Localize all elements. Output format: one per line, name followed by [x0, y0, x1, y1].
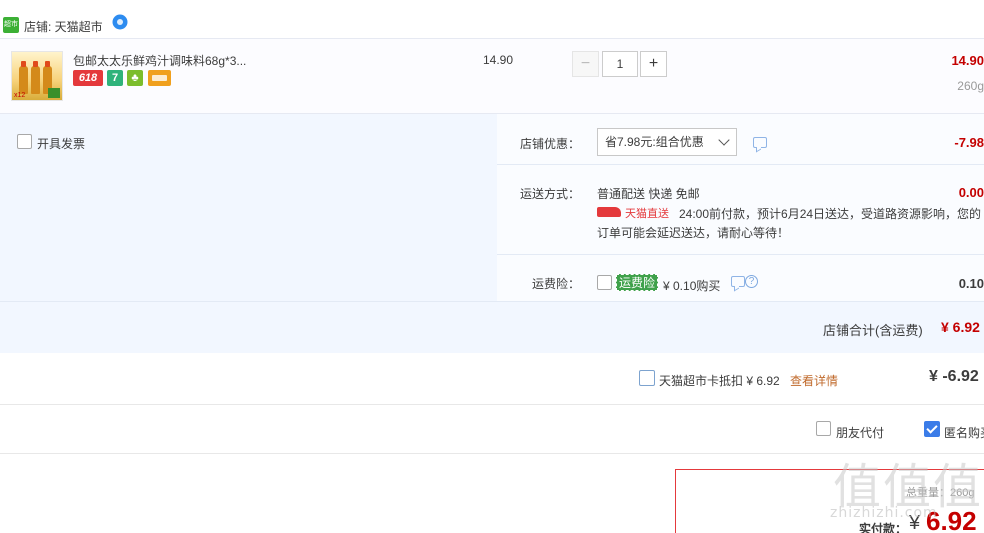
product-thumbnail[interactable]: x12 — [11, 51, 63, 101]
invoice-checkbox[interactable] — [17, 134, 32, 149]
shipping-note-line2: 订单可能会延迟送达，请耐心等待！ — [597, 226, 790, 240]
badge-leaf-icon: ♣ — [127, 70, 143, 86]
shop-subtotal-amount: ¥ 6.92 — [941, 319, 980, 335]
anonymous-purchase-label[interactable]: 匿名购买 — [944, 424, 984, 441]
divider — [497, 164, 984, 165]
line-weight: 260g — [957, 79, 984, 93]
badge-618: 618 — [73, 70, 103, 86]
tmall-cat-icon — [597, 207, 621, 217]
unit-price: 14.90 — [483, 53, 514, 67]
cart-item-row: x12 包邮太太乐鲜鸡汁调味料68g*3... 618 7 ♣ 14.90 − … — [0, 38, 984, 114]
thumbnail-count: x12 — [14, 92, 26, 99]
product-title[interactable]: 包邮太太乐鲜鸡汁调味料68g*3... — [73, 52, 246, 69]
invoice-panel: 开具发票 — [0, 114, 497, 301]
divider — [497, 254, 984, 255]
shop-subtotal-label: 店铺合计(含运费) — [823, 323, 923, 338]
insurance-amount: 0.10 — [958, 276, 984, 291]
quantity-input[interactable]: 1 — [602, 51, 638, 77]
shop-header: 超市 店铺: 天猫超市 — [0, 0, 984, 38]
order-options: 开具发票 店铺优惠： 省7.98元:组合优惠 -7.98 运送方式： 普通配送 … — [0, 114, 984, 353]
friend-pay-checkbox[interactable] — [816, 421, 831, 436]
shop-subtotal-row: 店铺合计(含运费) ¥ 6.92 — [0, 301, 984, 353]
actual-payment-label: 实付款： — [859, 522, 908, 533]
quantity-increase-button[interactable]: + — [640, 51, 667, 77]
badge-7-day-return: 7 — [107, 70, 123, 86]
shipping-label: 运送方式： — [519, 187, 580, 201]
insurance-label: 运费险： — [531, 277, 580, 291]
shop-discount-select[interactable]: 省7.98元:组合优惠 — [597, 128, 737, 156]
help-icon[interactable]: ? — [745, 275, 758, 288]
tmall-card-label[interactable]: 天猫超市卡抵扣 ¥ 6.92 — [659, 372, 780, 389]
shipping-method: 普通配送 快递 免邮 — [597, 187, 700, 201]
shop-name[interactable]: 店铺: 天猫超市 — [24, 18, 103, 35]
insurance-checkbox[interactable] — [597, 275, 612, 290]
invoice-label[interactable]: 开具发票 — [37, 135, 85, 152]
chat-bubble-icon[interactable] — [112, 14, 128, 30]
shop-discount-label: 店铺优惠： — [519, 137, 580, 151]
comment-icon[interactable] — [731, 276, 745, 287]
friend-pay-label[interactable]: 朋友代付 — [836, 424, 884, 441]
tmall-direct-text: 天猫直送 — [625, 208, 669, 220]
tmall-card-amount: ¥ -6.92 — [929, 368, 979, 385]
insurance-tag: 运费险 — [616, 274, 659, 291]
shipping-note-line1: 24:00前付款，预计6月24日送达，受道路资源影响，您的 — [679, 207, 982, 221]
badge-card-icon — [148, 70, 171, 86]
shop-discount-amount: -7.98 — [954, 135, 984, 150]
shipping-amount: 0.00 — [958, 185, 984, 200]
shop-discount-selected: 省7.98元:组合优惠 — [605, 135, 704, 149]
anonymous-purchase-checkbox[interactable] — [924, 421, 940, 437]
watermark-url: zhizhizhi.com — [830, 505, 938, 521]
tmall-supermarket-logo-icon: 超市 — [3, 17, 19, 33]
comment-icon[interactable] — [753, 137, 767, 148]
line-total: 14.90 — [951, 53, 984, 68]
tmall-card-row: 天猫超市卡抵扣 ¥ 6.92 查看详情 ¥ -6.92 — [0, 353, 984, 405]
tmall-card-checkbox[interactable] — [639, 370, 655, 386]
view-details-link[interactable]: 查看详情 — [790, 372, 838, 389]
insurance-price: ¥ 0.10购买 — [663, 279, 721, 293]
quantity-decrease-button[interactable]: − — [572, 51, 599, 77]
thumbnail-badge-icon — [48, 88, 60, 98]
chevron-down-icon — [718, 134, 730, 146]
